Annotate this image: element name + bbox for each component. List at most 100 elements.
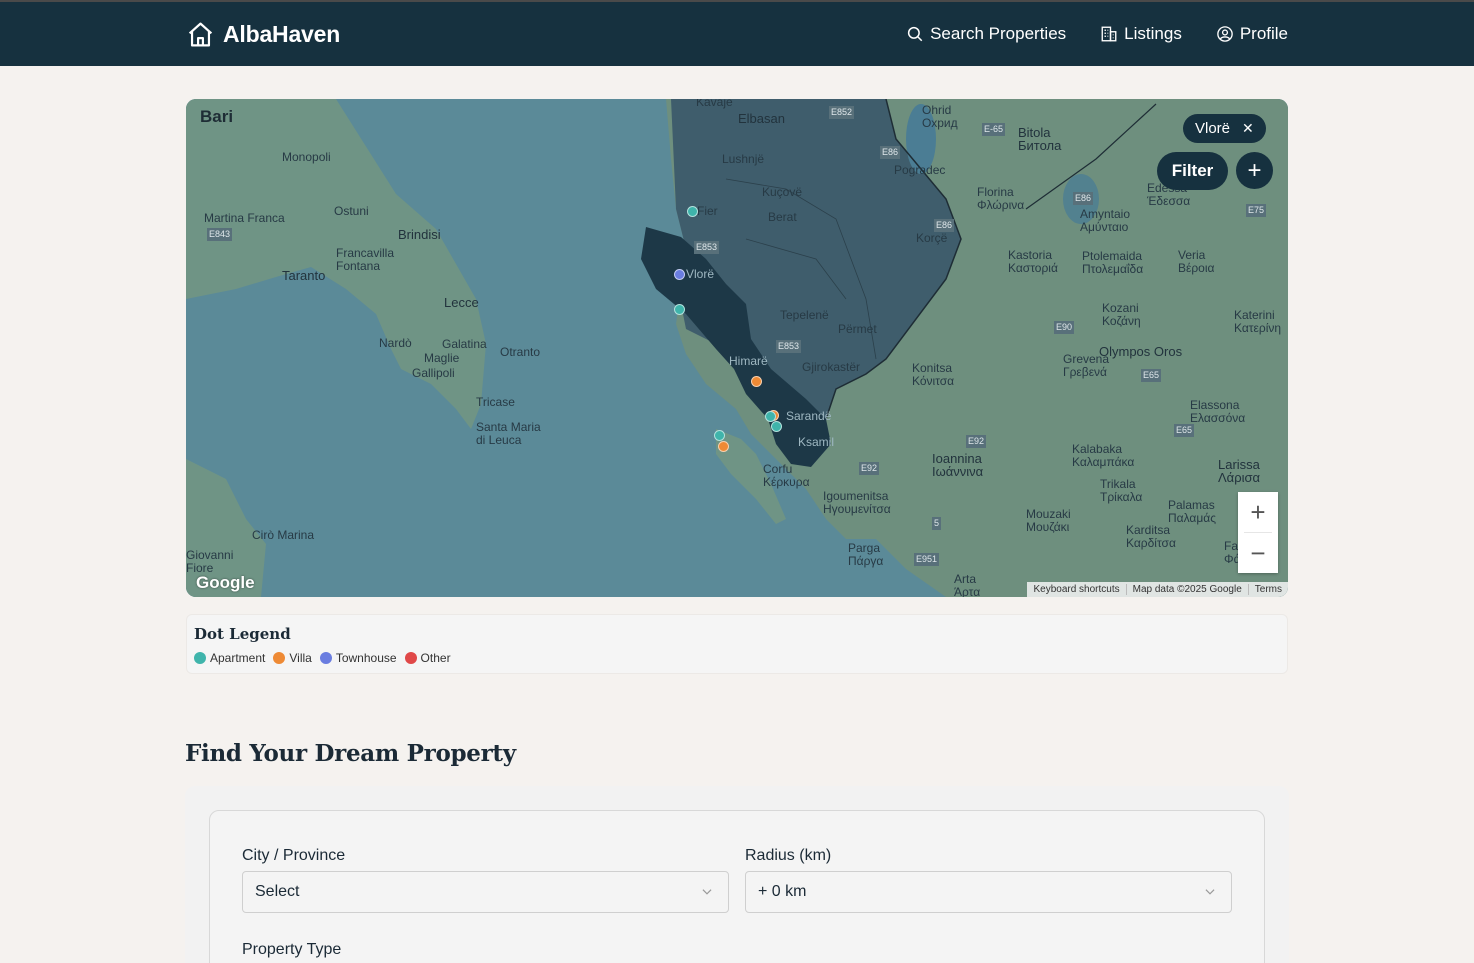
building-icon [1101, 26, 1117, 42]
map-label: Martina Franca [204, 211, 285, 225]
legend-swatch [319, 652, 332, 664]
nav-search-properties[interactable]: Search Properties [906, 24, 1066, 44]
map-label: Vlorë [686, 267, 715, 281]
legend-swatch [194, 652, 206, 664]
map-label: Palamas Παλαμάς [1168, 498, 1216, 525]
map-label: Tepelenë [780, 308, 829, 322]
nav-search-label: Search Properties [930, 24, 1067, 43]
map-label: Nardò [379, 336, 412, 350]
map-label: Brindisi [398, 227, 441, 242]
search-icon [907, 26, 923, 42]
map-label: Bari [200, 107, 234, 126]
map-label: Tricase [476, 395, 515, 409]
property-dot-villa[interactable] [718, 441, 729, 452]
nav-listings[interactable]: Listings [1100, 24, 1182, 44]
map-label: Gallipoli [412, 366, 455, 380]
map-label: Francavilla Fontana [336, 246, 395, 273]
map-label: Karditsa Καρδίτσα [1126, 523, 1176, 550]
add-icon[interactable]: + [1236, 152, 1273, 189]
map-label: Grevena Γρεβενά [1063, 352, 1110, 379]
brand-logo[interactable]: AlbaHaven [186, 19, 340, 49]
radius-label: Radius (km) [745, 847, 832, 864]
map-label: Florina Φλώρινα [977, 185, 1025, 212]
legend-item-apartment: Apartment [194, 651, 265, 665]
map-label: Sarandë [786, 409, 832, 423]
map-label: Parga Πάργα [848, 541, 884, 568]
map-label: Igoumenitsa Ηγουμενίτσα [823, 489, 891, 516]
legend-swatch [404, 652, 417, 664]
map-label: Katerini Κατερίνη [1234, 308, 1282, 335]
region-chip-label: Vlorë [1195, 120, 1231, 137]
map-label: Lecce [444, 295, 479, 310]
main-nav: Search Properties Listings Profile [906, 20, 1288, 48]
nav-profile[interactable]: Profile [1216, 24, 1288, 44]
google-logo: Google [196, 573, 255, 592]
search-section-title: Find Your Dream Property [185, 740, 516, 767]
map-label: Elassona Ελασσόνα [1190, 398, 1246, 425]
nav-listings-label: Listings [1124, 24, 1182, 43]
map-attribution: Keyboard shortcuts Map data ©2025 Google… [1027, 582, 1288, 597]
property-dot-villa[interactable] [751, 376, 762, 387]
map-label: Himarë [729, 354, 768, 368]
property-map[interactable]: Bari Monopoli Ostuni Brindisi Martina Fr… [186, 99, 1288, 597]
map-label: Bitola Битола [1018, 125, 1062, 153]
map-label: Arta Άρτα [954, 572, 981, 598]
legend-swatch [273, 652, 286, 664]
property-dot-apartment[interactable] [714, 430, 725, 441]
map-label: Ksamil [798, 435, 835, 449]
legend-label: Other [420, 651, 451, 665]
map-label: Otranto [500, 345, 541, 359]
map-label: Kalabaka Καλαμπάκα [1072, 442, 1135, 469]
map-label: Veria Βέροια [1178, 248, 1215, 275]
map-label: Kozani Κοζάνη [1102, 301, 1141, 328]
map-label: Kastoria Καστοριά [1008, 248, 1058, 275]
property-dot-townhouse[interactable] [674, 269, 685, 280]
map-label: Elbasan [738, 111, 785, 126]
home-icon [188, 22, 213, 46]
map-label: Ioannina Ιωάννινα [932, 451, 984, 479]
zoom-in-button[interactable]: + [1238, 492, 1278, 532]
city-select-value: Select [255, 883, 300, 900]
app-header: AlbaHaven Search Properties Listings Pro… [0, 2, 1474, 66]
legend-label: Villa [289, 651, 312, 665]
map-label: Berat [768, 210, 797, 224]
map-label: Korçë [916, 231, 948, 245]
map-label: Kavaje [696, 99, 733, 109]
property-dot-apartment[interactable] [687, 206, 698, 217]
legend-items: Apartment Villa Townhouse Other [194, 651, 451, 665]
map-label: Santa Maria di Leuca [476, 420, 541, 447]
property-dot-apartment[interactable] [771, 421, 782, 432]
map-label: Monopoli [282, 150, 331, 164]
map-label: Ptolemaida Πτολεμαΐδα [1082, 249, 1144, 276]
keyboard-shortcuts-link[interactable]: Keyboard shortcuts [1027, 584, 1125, 595]
region-filter-chip[interactable]: Vlorë ✕ [1183, 114, 1266, 143]
map-label: Kuçovë [762, 185, 803, 199]
map-label: Mouzaki Μουζάκι [1026, 507, 1071, 534]
legend-title: Dot Legend [194, 625, 291, 643]
zoom-out-button[interactable]: − [1238, 533, 1278, 573]
map-label: Giovanni Fiore [186, 548, 234, 575]
dot-legend: Dot Legend Apartment Villa Townhouse Oth… [186, 614, 1288, 674]
map-label: Pogradec [894, 163, 946, 177]
map-label: Ohrid Охрид [922, 103, 958, 130]
map-label: Fier [697, 204, 718, 218]
legend-item-villa: Villa [273, 651, 312, 665]
search-form: City / Province Select Radius (km) + 0 k… [209, 810, 1265, 963]
legend-item-other: Other [404, 651, 451, 665]
map-label: Corfu Κέρκυρα [763, 462, 810, 489]
map-label: Përmet [838, 322, 877, 336]
legend-label: Townhouse [335, 651, 397, 665]
zoom-controls: + − [1238, 492, 1278, 573]
close-icon[interactable]: ✕ [1242, 120, 1254, 137]
map-label: Trikala Τρίκαλα [1100, 477, 1143, 504]
legend-label: Apartment [210, 651, 266, 665]
chevron-down-icon [1205, 889, 1215, 895]
terms-link[interactable]: Terms [1247, 584, 1288, 595]
city-select[interactable]: Select [242, 871, 729, 913]
map-label: Amyntaio Αμύνταιο [1080, 207, 1131, 234]
brand-name: AlbaHaven [223, 20, 341, 47]
filter-button[interactable]: Filter [1157, 152, 1228, 190]
map-data-text: Map data ©2025 Google [1125, 584, 1248, 595]
property-dot-apartment[interactable] [674, 304, 685, 315]
radius-select[interactable]: + 0 km [745, 871, 1232, 913]
